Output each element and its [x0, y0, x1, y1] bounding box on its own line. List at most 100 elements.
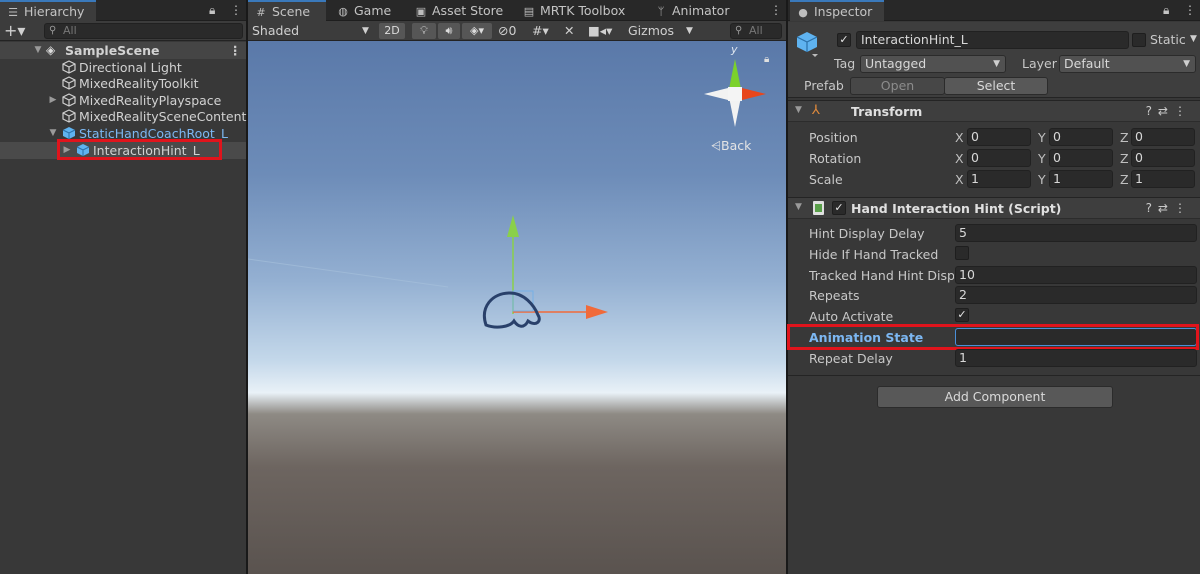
- more-options-icon[interactable]: ⋮: [230, 0, 242, 21]
- position-y-field[interactable]: 0: [1049, 128, 1113, 146]
- tree-item-mixedrealityscenecontent[interactable]: MixedRealitySceneContent: [0, 108, 246, 125]
- animator-icon: ᛘ: [657, 5, 665, 18]
- layer-dropdown[interactable]: Default ▼: [1059, 55, 1196, 73]
- scene-search-input[interactable]: ⚲ All: [730, 23, 782, 39]
- rotation-z-field[interactable]: 0: [1131, 149, 1195, 167]
- lighting-toggle-icon[interactable]: 💡︎: [412, 23, 436, 39]
- axis-x-label: X: [955, 151, 964, 166]
- static-dropdown-icon[interactable]: ▼: [1190, 34, 1197, 44]
- transform-component-header[interactable]: ▼ ⅄ Transform ?⇄⋮: [788, 100, 1200, 122]
- search-icon: ⚲: [735, 25, 743, 36]
- tag-dropdown[interactable]: Untagged ▼: [860, 55, 1006, 73]
- position-x-field[interactable]: 0: [967, 128, 1031, 146]
- object-name-input[interactable]: InteractionHint_L: [856, 31, 1129, 49]
- tree-item-directional-light[interactable]: Directional Light: [0, 59, 246, 76]
- toggle-2d-button[interactable]: 2D: [379, 23, 405, 39]
- rotation-y-field[interactable]: 0: [1049, 149, 1113, 167]
- tab-inspector[interactable]: ● Inspector: [790, 0, 884, 21]
- layer-label: Layer: [1022, 56, 1057, 71]
- rotation-x-field[interactable]: 0: [967, 149, 1031, 167]
- more-options-icon[interactable]: ⋮: [770, 0, 782, 21]
- back-view-label[interactable]: ⩤Back: [711, 138, 751, 154]
- grid-snapping-icon[interactable]: #▾: [532, 21, 549, 41]
- prefab-select-button[interactable]: Select: [944, 77, 1048, 95]
- scene-name: SampleScene: [65, 43, 160, 58]
- hierarchy-search-input[interactable]: ⚲ All: [44, 23, 243, 39]
- tree-item-mixedrealitytoolkit[interactable]: MixedRealityToolkit: [0, 75, 246, 92]
- component-tools-icons[interactable]: ?⇄⋮: [1146, 201, 1192, 215]
- back-arrow-icon: ⩤: [711, 138, 722, 153]
- auto-activate-checkbox[interactable]: ✓: [955, 308, 969, 322]
- transform-title: Transform: [851, 104, 923, 119]
- position-z-field[interactable]: 0: [1131, 128, 1195, 146]
- axis-y-label: Y: [1038, 172, 1046, 187]
- divider: [788, 375, 1200, 376]
- hierarchy-panel: ☰ Hierarchy 🔒︎ ⋮ +▾ ⚲ All ▼ ◈ SampleScene…: [0, 0, 246, 574]
- tab-animator[interactable]: ᛘ Animator: [648, 0, 737, 21]
- hint-display-delay-field[interactable]: 5: [955, 224, 1197, 242]
- repeat-delay-field[interactable]: 1: [955, 349, 1197, 367]
- tools-icon[interactable]: ✕: [564, 21, 574, 41]
- tracked-hand-hint-field[interactable]: 10: [955, 266, 1197, 284]
- eye-slash-icon: ⊘: [498, 23, 509, 38]
- add-component-button[interactable]: Add Component: [877, 386, 1113, 408]
- gizmos-dropdown[interactable]: Gizmos ▼: [628, 21, 708, 41]
- foldout-arrow-icon[interactable]: ▼: [795, 202, 802, 212]
- gizmo-lock-icon[interactable]: 🔒︎: [764, 54, 769, 65]
- scale-label: Scale: [809, 172, 843, 187]
- axis-z-label: Z: [1120, 172, 1129, 187]
- static-checkbox[interactable]: [1132, 33, 1146, 47]
- rotation-label: Rotation: [809, 151, 862, 166]
- gameobject-cube-icon: [62, 76, 76, 90]
- scene-root-row[interactable]: ▼ ◈ SampleScene ⋮: [0, 42, 246, 59]
- hand-outline-icon: [483, 291, 541, 329]
- hide-if-hand-tracked-checkbox[interactable]: [955, 246, 969, 260]
- script-component-header[interactable]: ▼ ✓ Hand Interaction Hint (Script) ?⇄⋮: [788, 197, 1200, 219]
- expand-arrow-icon[interactable]: ▶: [47, 92, 59, 109]
- hidden-objects-toggle[interactable]: ⊘0: [498, 21, 516, 41]
- tab-hierarchy[interactable]: ☰ Hierarchy: [0, 0, 96, 21]
- scale-z-field[interactable]: 1: [1131, 170, 1195, 188]
- foldout-arrow-icon[interactable]: ▼: [795, 105, 802, 115]
- scene-toolbar: Shaded ▼ 2D 💡︎ 🔊︎ ◈▾ ⊘0 #▾ ✕ ■◂▾ Gizmos …: [248, 21, 786, 41]
- search-icon: ⚲: [49, 25, 57, 36]
- lock-icon[interactable]: 🔒︎: [1163, 0, 1169, 21]
- lock-icon[interactable]: 🔒︎: [209, 0, 215, 21]
- tab-mrtk-toolbox[interactable]: ▤ MRTK Toolbox: [516, 0, 633, 21]
- x-axis-arrow: [586, 305, 608, 319]
- toolbox-icon: ▤: [523, 5, 535, 18]
- store-bag-icon: ▣: [415, 5, 427, 18]
- tree-item-mixedrealityplayspace[interactable]: ▶ MixedRealityPlayspace: [0, 92, 246, 109]
- gameobject-cube-icon: [62, 109, 76, 123]
- position-label: Position: [809, 130, 858, 145]
- effects-dropdown-icon[interactable]: ◈▾: [462, 23, 492, 39]
- component-tools-icons[interactable]: ?⇄⋮: [1146, 104, 1192, 118]
- axis-x-label: X: [955, 130, 964, 145]
- audio-toggle-icon[interactable]: 🔊︎: [438, 23, 460, 39]
- more-options-icon[interactable]: ⋮: [1184, 0, 1196, 21]
- hierarchy-toolbar: +▾ ⚲ All: [0, 21, 246, 41]
- prefab-open-button[interactable]: Open: [850, 77, 945, 95]
- active-checkbox[interactable]: ✓: [837, 33, 851, 47]
- scene-tabbar: # Scene ◍ Game ▣ Asset Store ▤ MRTK Toolbox …: [248, 0, 786, 21]
- expand-arrow-icon[interactable]: ▼: [32, 42, 44, 59]
- script-enabled-checkbox[interactable]: ✓: [832, 201, 846, 215]
- chevron-down-icon: ▼: [362, 26, 369, 36]
- list-icon: ☰: [8, 6, 18, 19]
- tab-scene[interactable]: # Scene: [248, 0, 326, 21]
- y-axis-arrow: [507, 215, 519, 237]
- repeats-field[interactable]: 2: [955, 286, 1197, 304]
- scene-menu-icon[interactable]: ⋮: [229, 42, 242, 59]
- tab-game[interactable]: ◍ Game: [330, 0, 399, 21]
- transform-icon: ⅄: [812, 103, 820, 118]
- tab-asset-store[interactable]: ▣ Asset Store: [408, 0, 511, 21]
- prefab-label: Prefab: [804, 78, 844, 93]
- shading-mode-dropdown[interactable]: Shaded ▼: [252, 21, 372, 41]
- scene-viewport[interactable]: y 🔒︎ ⩤Back: [248, 41, 786, 574]
- scale-x-field[interactable]: 1: [967, 170, 1031, 188]
- camera-dropdown-icon[interactable]: ■◂▾: [588, 21, 612, 41]
- gameobject-cube-icon: [62, 93, 76, 107]
- script-title: Hand Interaction Hint (Script): [851, 201, 1062, 216]
- scale-y-field[interactable]: 1: [1049, 170, 1113, 188]
- create-button[interactable]: +▾: [4, 22, 25, 40]
